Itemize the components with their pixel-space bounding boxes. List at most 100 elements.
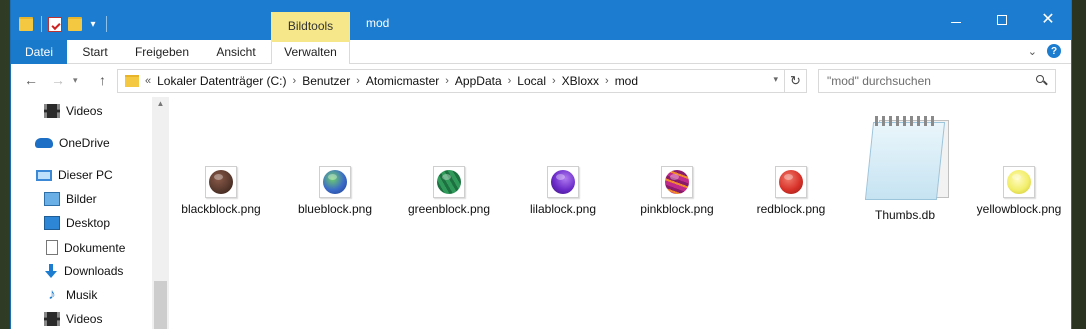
image-thumbnail: [433, 166, 465, 198]
properties-icon[interactable]: [48, 16, 62, 32]
breadcrumb-separator[interactable]: ›: [445, 75, 449, 87]
tab-verwalten[interactable]: Verwalten: [271, 40, 350, 64]
window-controls: ✕: [933, 0, 1071, 40]
sidebar-item-label: Dokumente: [64, 240, 126, 255]
breadcrumb-item[interactable]: AppData: [455, 74, 502, 88]
address-bar[interactable]: « Lokaler Datenträger (C:) › Benutzer › …: [117, 69, 785, 93]
navigation-bar: ← → ▾ ↑ « Lokaler Datenträger (C:) › Ben…: [11, 65, 1071, 97]
close-icon: ✕: [1041, 11, 1055, 28]
folder-icon: [125, 75, 139, 87]
minimize-button[interactable]: [933, 0, 979, 40]
file-name: greenblock.png: [407, 202, 491, 216]
file-name: pinkblock.png: [640, 202, 714, 216]
sidebar-item-label: OneDrive: [59, 136, 110, 150]
image-thumbnail: [319, 166, 351, 198]
breadcrumb-separator[interactable]: ›: [605, 75, 609, 87]
help-icon[interactable]: ?: [1047, 44, 1061, 58]
sidebar-item-documents[interactable]: Dokumente: [46, 240, 125, 255]
image-thumbnail: [775, 166, 807, 198]
breadcrumb-item[interactable]: Atomicmaster: [366, 74, 439, 88]
file-item[interactable]: pinkblock.png: [622, 166, 732, 216]
up-arrow-icon[interactable]: ↑: [99, 72, 106, 88]
toolbar-separator: [41, 16, 42, 32]
breadcrumb-item[interactable]: Local: [517, 74, 546, 88]
breadcrumb-overflow[interactable]: «: [145, 75, 151, 87]
sidebar-item-desktop[interactable]: Desktop: [44, 216, 110, 230]
scroll-up-icon[interactable]: ▲: [152, 99, 169, 108]
file-item[interactable]: blueblock.png: [280, 166, 390, 216]
maximize-button[interactable]: [979, 0, 1025, 40]
maximize-icon: [997, 15, 1007, 25]
block-ball-icon: [323, 170, 347, 194]
breadcrumb-separator[interactable]: ›: [508, 75, 512, 87]
sidebar-item-videos[interactable]: Videos: [44, 104, 102, 118]
search-placeholder: "mod" durchsuchen: [827, 74, 931, 88]
sidebar-item-music[interactable]: ♪ Musik: [44, 287, 98, 302]
forward-arrow-icon[interactable]: →: [51, 72, 65, 88]
search-icon: [1036, 75, 1048, 86]
file-item[interactable]: lilablock.png: [508, 166, 618, 216]
breadcrumb-separator[interactable]: ›: [552, 75, 556, 87]
file-item[interactable]: blackblock.png: [166, 166, 276, 216]
onedrive-icon: [35, 138, 53, 148]
navigation-pane: Videos OneDrive Dieser PC Bilder Desktop…: [11, 97, 169, 329]
sidebar-item-videos[interactable]: Videos: [44, 312, 102, 326]
breadcrumb-separator[interactable]: ›: [293, 75, 297, 87]
sidebar-item-label: Bilder: [66, 192, 97, 206]
sidebar-item-label: Videos: [66, 104, 103, 118]
recent-locations-chevron-icon[interactable]: ▾: [73, 75, 78, 86]
file-item[interactable]: yellowblock.png: [964, 166, 1071, 216]
breadcrumb-item[interactable]: Benutzer: [302, 74, 350, 88]
search-input[interactable]: "mod" durchsuchen: [818, 69, 1056, 93]
file-item[interactable]: greenblock.png: [394, 166, 504, 216]
tab-datei[interactable]: Datei: [11, 40, 67, 64]
file-list: blackblock.png blueblock.png greenblock.…: [169, 97, 1071, 329]
notepad-file-icon: [859, 112, 951, 204]
breadcrumb-item[interactable]: XBloxx: [562, 74, 599, 88]
breadcrumb-item[interactable]: Lokaler Datenträger (C:): [157, 74, 286, 88]
tab-start[interactable]: Start: [67, 40, 123, 64]
refresh-icon: ↻: [790, 73, 801, 88]
close-button[interactable]: ✕: [1025, 0, 1071, 40]
file-name: redblock.png: [756, 202, 826, 216]
tab-freigeben[interactable]: Freigeben: [123, 40, 201, 64]
sidebar-item-label: Musik: [66, 288, 98, 302]
file-name: Thumbs.db: [874, 208, 936, 222]
sidebar-item-onedrive[interactable]: OneDrive: [35, 136, 110, 150]
back-arrow-icon[interactable]: ←: [24, 72, 38, 88]
file-name: lilablock.png: [529, 202, 597, 216]
ribbon-right-controls: ⌄ ?: [1028, 44, 1061, 58]
breadcrumb-item[interactable]: mod: [615, 74, 638, 88]
file-name: blueblock.png: [297, 202, 373, 216]
breadcrumb-separator[interactable]: ›: [356, 75, 360, 87]
title-bar[interactable]: ▾ Bildtools mod ✕: [11, 0, 1071, 40]
file-name: yellowblock.png: [976, 202, 1062, 216]
block-ball-icon: [665, 170, 689, 194]
new-folder-icon[interactable]: [68, 17, 82, 31]
sidebar-item-this-pc[interactable]: Dieser PC: [36, 168, 113, 182]
sidebar-item-label: Downloads: [64, 264, 124, 278]
computer-icon: [36, 169, 52, 181]
folder-icon[interactable]: [19, 17, 33, 31]
refresh-button[interactable]: ↻: [785, 69, 807, 93]
customize-toolbar-chevron-icon[interactable]: ▾: [88, 19, 98, 30]
sidebar-item-label: Dieser PC: [58, 168, 113, 182]
block-ball-icon: [1007, 170, 1031, 194]
file-item[interactable]: Thumbs.db: [850, 112, 960, 222]
image-thumbnail: [661, 166, 693, 198]
address-history-chevron-icon[interactable]: ▾: [773, 74, 778, 85]
scrollbar-thumb[interactable]: [154, 281, 167, 329]
sidebar-item-pictures[interactable]: Bilder: [44, 192, 97, 206]
expand-ribbon-chevron-icon[interactable]: ⌄: [1028, 45, 1037, 58]
file-name: blackblock.png: [181, 202, 261, 216]
video-icon: [44, 104, 60, 118]
toolbar-separator: [106, 16, 107, 32]
file-item[interactable]: redblock.png: [736, 166, 846, 216]
block-ball-icon: [209, 170, 233, 194]
sidebar-item-label: Videos: [66, 312, 103, 326]
sidebar-item-downloads[interactable]: Downloads: [44, 264, 123, 278]
block-ball-icon: [551, 170, 575, 194]
image-thumbnail: [1003, 166, 1035, 198]
tab-ansicht[interactable]: Ansicht: [201, 40, 271, 64]
window-title: mod: [366, 16, 390, 30]
